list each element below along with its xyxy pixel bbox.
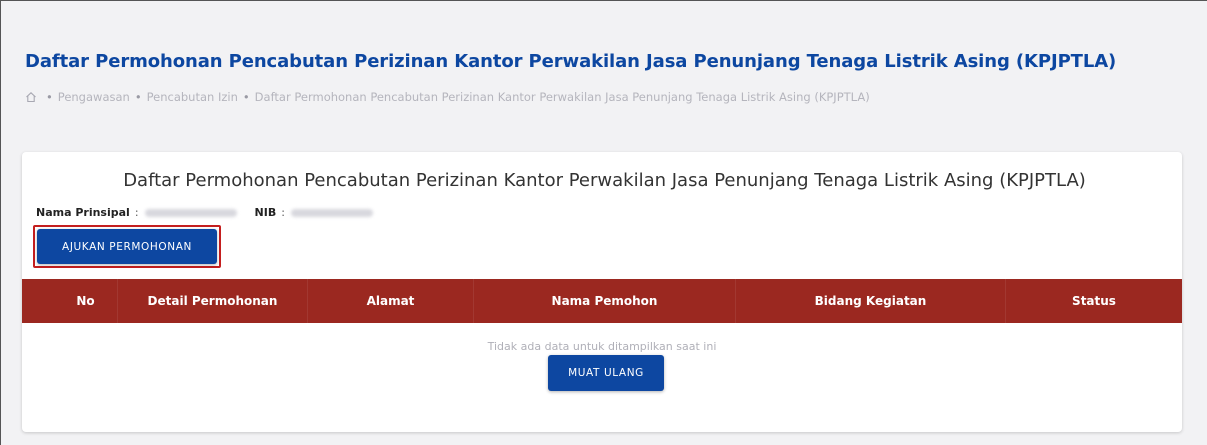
column-header-nama-pemohon[interactable]: Nama Pemohon (474, 279, 736, 323)
ajukan-permohonan-button[interactable]: AJUKAN PERMOHONAN (37, 229, 217, 264)
column-header-alamat[interactable]: Alamat (308, 279, 474, 323)
card-title: Daftar Permohonan Pencabutan Perizinan K… (123, 170, 1086, 191)
page-title: Daftar Permohonan Pencabutan Perizinan K… (25, 51, 1117, 72)
column-header-no[interactable]: No (54, 279, 118, 323)
principal-info: Nama Prinsipal : NIB : (36, 206, 373, 219)
nib-label: NIB (254, 206, 277, 219)
colon: : (281, 206, 285, 219)
breadcrumb-separator: • (242, 90, 250, 104)
breadcrumb-separator: • (46, 90, 53, 104)
breadcrumb-separator: • (134, 90, 142, 104)
muat-ulang-button[interactable]: MUAT ULANG (548, 355, 664, 391)
nama-prinsipal-value-redacted (144, 208, 237, 217)
column-header-detail-permohonan[interactable]: Detail Permohonan (118, 279, 308, 323)
breadcrumb-item-pengawasan[interactable]: Pengawasan (58, 90, 130, 104)
breadcrumb: • Pengawasan • Pencabutan Izin • Daftar … (25, 90, 870, 104)
breadcrumb-item-pencabutan-izin[interactable]: Pencabutan Izin (147, 90, 238, 104)
breadcrumb-item-current: Daftar Permohonan Pencabutan Perizinan K… (254, 90, 870, 104)
empty-table-message: Tidak ada data untuk ditampilkan saat in… (487, 340, 717, 353)
column-header-status[interactable]: Status (1006, 279, 1182, 323)
column-header-bidang-kegiatan[interactable]: Bidang Kegiatan (736, 279, 1006, 323)
nama-prinsipal-label: Nama Prinsipal (36, 206, 130, 219)
permohonan-card: Daftar Permohonan Pencabutan Perizinan K… (22, 152, 1182, 432)
colon: : (134, 206, 139, 219)
table-header: No Detail Permohonan Alamat Nama Pemohon… (22, 279, 1182, 323)
home-icon[interactable] (25, 91, 37, 103)
nib-value-redacted (290, 208, 373, 217)
